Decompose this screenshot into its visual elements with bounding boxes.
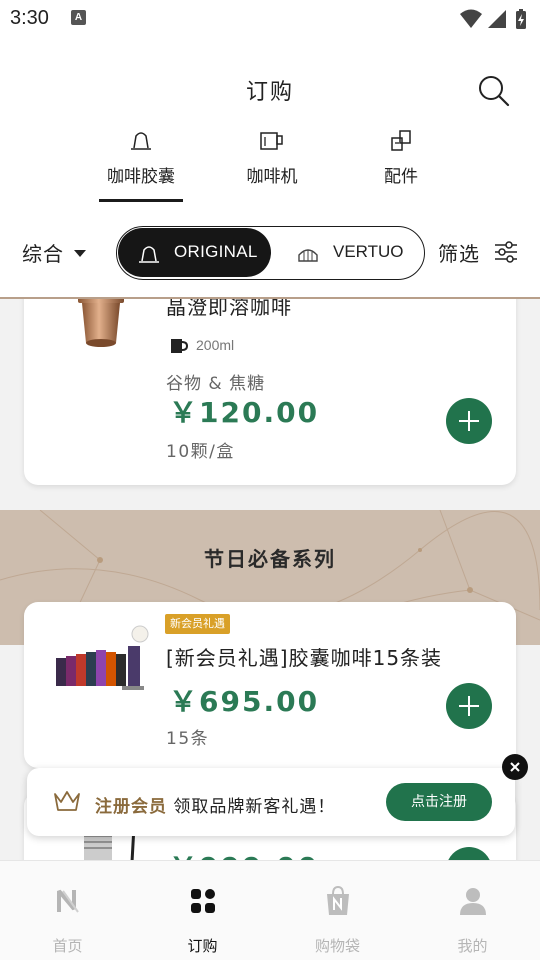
product-image-cup [78,297,124,347]
register-strong-text: 注册会员 [95,797,167,817]
register-banner: 注册会员 领取品牌新客礼遇！ 点击注册 [27,768,515,836]
product-price: ￥999.00 [169,846,319,860]
product-card[interactable]: 新会员礼遇 [新会员礼遇]胶囊咖啡15条装 ￥695.00 15条 [24,602,516,768]
add-to-cart-button[interactable] [446,398,492,444]
segment-original[interactable]: ORIGINAL [118,228,271,277]
tab-label: 咖啡胶囊 [107,167,175,187]
new-member-badge: 新会员礼遇 [165,614,230,634]
nav-order[interactable]: 订购 [135,861,270,960]
register-text: 领取品牌新客礼遇！ [173,797,336,817]
segment-label: VERTUO [333,242,404,261]
cup-size: 200ml [170,337,234,354]
grid-icon [191,889,215,913]
product-image-capsule-box [56,625,149,690]
filter-sliders-icon [495,241,517,263]
nav-label: 我的 [457,937,488,955]
nav-profile[interactable]: 我的 [405,861,540,960]
capsule-system-toggle: ORIGINAL VERTUO [116,226,425,280]
product-name: [新会员礼遇]胶囊咖啡15条装 [166,646,443,670]
cup-icon [171,339,189,354]
crown-icon [54,791,80,811]
product-price: ￥695.00 [169,685,320,718]
search-icon [479,76,510,107]
product-unit: 15条 [166,729,210,749]
list-divider [0,297,540,299]
segment-label: ORIGINAL [174,242,258,261]
nav-label: 订购 [187,937,218,955]
add-to-cart-button[interactable] [446,847,492,860]
signal-icon [488,10,506,28]
filter-button[interactable]: 筛选 [438,238,517,267]
bottom-navigation: 首页 订购 购物袋 我的 [0,860,540,960]
section-title: 节日必备系列 [204,547,336,571]
vertuo-capsule-icon [298,249,318,262]
machine-icon [260,132,283,150]
tab-coffee-machines[interactable]: 咖啡机 [222,128,322,187]
nav-home[interactable]: 首页 [0,861,135,960]
nespresso-logo-icon [57,889,79,913]
tab-accessories[interactable]: 配件 [351,128,451,187]
battery-icon [516,9,526,29]
original-capsule-icon [139,246,159,263]
product-card[interactable]: 晶澄即溶咖啡 200ml 谷物 & 焦糖 ￥120.00 10颗/盒 [24,297,516,485]
wifi-icon [460,9,482,28]
close-banner-button[interactable] [502,754,528,780]
segment-vertuo[interactable]: VERTUO [277,228,423,277]
search-button[interactable] [474,72,514,110]
active-tab-indicator [99,199,183,202]
tab-label: 咖啡机 [246,167,298,187]
product-unit: 10颗/盒 [166,442,235,462]
tab-coffee-capsules[interactable]: 咖啡胶囊 [91,128,191,187]
status-time: 3:30 [10,7,49,29]
caret-down-icon [74,250,86,257]
shopping-bag-icon [327,885,349,915]
product-price: ￥120.00 [169,396,320,429]
page-title: 订购 [245,80,294,105]
notification-icon: A [71,10,86,25]
close-icon [510,762,520,772]
add-to-cart-button[interactable] [446,683,492,729]
user-icon [460,888,486,915]
cup-size-value: 200ml [196,337,235,353]
status-icons [460,9,526,29]
status-bar: 3:30 A [0,0,540,40]
capsule-icon [131,132,151,150]
register-button[interactable]: 点击注册 [386,783,492,821]
tab-label: 配件 [384,167,418,187]
product-name: 晶澄即溶咖啡 [166,297,292,319]
sort-dropdown[interactable]: 综合 [22,238,86,267]
nav-label: 首页 [52,937,83,955]
register-message: 注册会员 领取品牌新客礼遇！ [95,792,335,817]
filter-label: 筛选 [438,242,480,266]
nav-label: 购物袋 [314,937,360,955]
sort-label: 综合 [22,242,64,266]
accessory-icon [391,130,411,151]
nav-shopping-bag[interactable]: 购物袋 [270,861,405,960]
